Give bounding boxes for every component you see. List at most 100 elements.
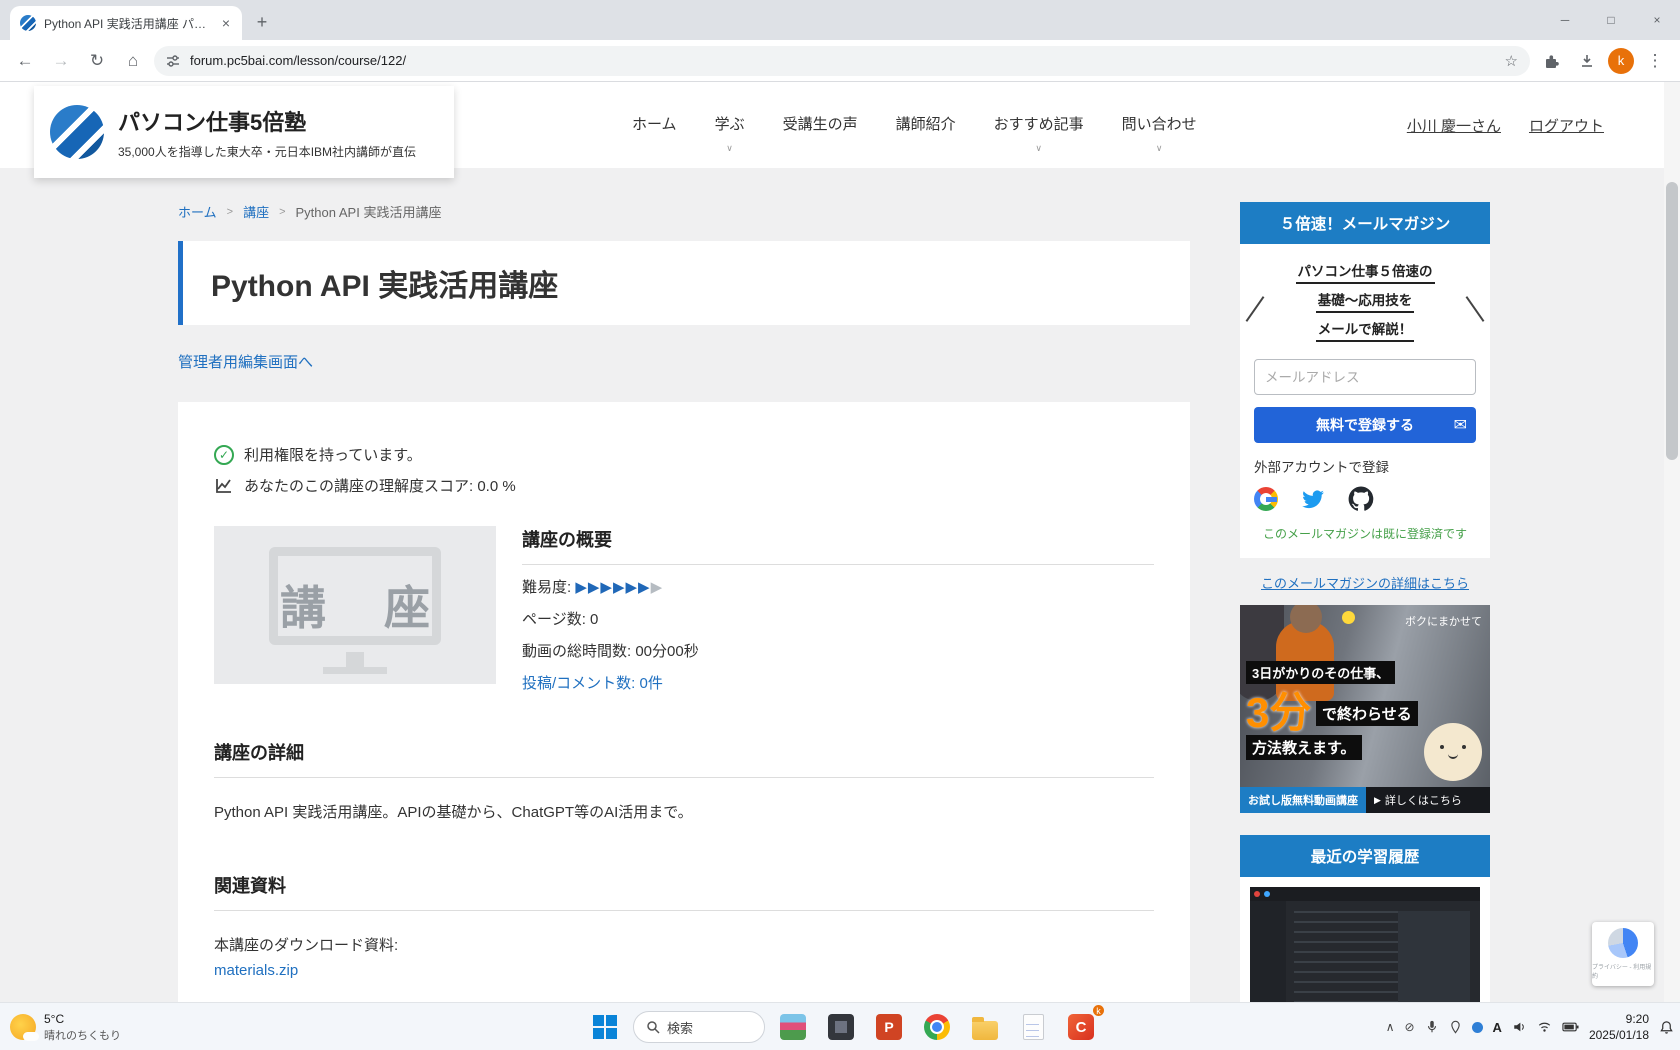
powerpoint-icon: P <box>876 1014 902 1040</box>
details-heading: 講座の詳細 <box>214 739 1154 778</box>
magazine-header: ５倍速！メールマガジン <box>1240 202 1490 244</box>
check-circle-icon: ✓ <box>214 445 234 465</box>
downloads-button[interactable] <box>1572 46 1602 76</box>
decor-diagonal <box>1466 296 1485 322</box>
brand-tagline: 35,000人を指導した東大卒・元日本IBM社内講師が直伝 <box>118 143 416 160</box>
tray-app-dot-icon[interactable] <box>1472 1022 1483 1033</box>
nav-item-voices[interactable]: 受講生の声 <box>783 115 858 135</box>
related-section: 関連資料 本講座のダウンロード資料: materials.zip <box>214 872 1154 984</box>
taskbar-app-chrome[interactable]: k <box>917 1007 957 1047</box>
browser-menu-button[interactable]: ⋮ <box>1640 46 1670 76</box>
home-button[interactable]: ⌂ <box>118 46 148 76</box>
site-settings-icon[interactable] <box>166 54 180 68</box>
magazine-promo: パソコン仕事５倍速の 基礎〜応用技を メールで解説！ <box>1254 258 1476 342</box>
battery-icon[interactable] <box>1562 1020 1579 1034</box>
nav-item-contact[interactable]: 問い合わせ∨ <box>1122 115 1197 135</box>
comments-link[interactable]: 投稿/コメント数: 0件 <box>522 675 663 692</box>
bookmark-star-icon[interactable]: ☆ <box>1505 52 1518 70</box>
score-row: あなたのこの講座の理解度スコア: 0.0 % <box>214 475 1154 496</box>
promo-line: メールで解説！ <box>1316 318 1415 342</box>
user-name-link[interactable]: 小川 慶一さん <box>1407 115 1501 136</box>
taskbar-app-widgets[interactable] <box>773 1007 813 1047</box>
site-favicon-icon <box>20 15 36 31</box>
notification-bell-icon[interactable] <box>1659 1020 1674 1035</box>
taskbar-clock[interactable]: 9:20 2025/01/18 <box>1589 1011 1649 1043</box>
profile-avatar[interactable]: k <box>1608 48 1634 74</box>
site-brand[interactable]: パソコン仕事5倍塾 35,000人を指導した東大卒・元日本IBM社内講師が直伝 <box>34 86 454 178</box>
site-header: パソコン仕事5倍塾 35,000人を指導した東大卒・元日本IBM社内講師が直伝 … <box>0 82 1680 168</box>
network-icon[interactable] <box>1537 1020 1552 1034</box>
breadcrumb-home[interactable]: ホーム <box>178 202 217 221</box>
taskbar-app-powerpoint[interactable]: P <box>869 1007 909 1047</box>
email-input[interactable] <box>1254 359 1476 395</box>
taskbar-weather-widget[interactable]: 5°C 晴れのちくもり <box>10 1003 121 1050</box>
notepad-icon <box>1023 1014 1044 1040</box>
new-tab-button[interactable]: + <box>248 8 276 36</box>
taskbar-app-notepad[interactable] <box>1013 1007 1053 1047</box>
recaptcha-label: プライバシー - 利用規約 <box>1592 962 1654 980</box>
nav-item-articles[interactable]: おすすめ記事∨ <box>994 115 1084 135</box>
page-viewport: パソコン仕事5倍塾 35,000人を指導した東大卒・元日本IBM社内講師が直伝 … <box>0 82 1680 1002</box>
ad-banner[interactable]: ボクにまかせて 3日がかりのその仕事、 3分 で終わらせる 方法教えます。 お試… <box>1240 605 1490 813</box>
tray-location-icon[interactable] <box>1449 1020 1462 1034</box>
scrollbar-thumb[interactable] <box>1666 182 1678 460</box>
dark-app-icon <box>828 1014 854 1040</box>
taskbar-app-explorer[interactable] <box>965 1007 1005 1047</box>
history-thumbnail[interactable] <box>1250 887 1480 1002</box>
tray-mic-icon[interactable] <box>1425 1020 1439 1034</box>
github-login-button[interactable] <box>1348 486 1374 512</box>
breadcrumb-courses[interactable]: 講座 <box>243 202 269 221</box>
system-tray: ∧ ⊘ A 9:20 2025/01/18 <box>1386 1003 1674 1050</box>
google-login-button[interactable] <box>1254 487 1278 511</box>
ad-more-link[interactable]: ▶ 詳しくはこちら <box>1366 787 1490 813</box>
taskbar-search[interactable]: 検索 <box>633 1011 765 1043</box>
tray-blocked-icon[interactable]: ⊘ <box>1404 1020 1414 1034</box>
clock-time: 9:20 <box>1589 1011 1649 1027</box>
extensions-button[interactable] <box>1536 46 1566 76</box>
url-text[interactable]: forum.pc5bai.com/lesson/course/122/ <box>190 53 1495 68</box>
materials-zip-link[interactable]: materials.zip <box>214 962 298 979</box>
address-bar[interactable]: forum.pc5bai.com/lesson/course/122/ ☆ <box>154 46 1530 76</box>
ime-indicator[interactable]: A <box>1493 1020 1502 1035</box>
weather-temp: 5°C <box>44 1012 121 1026</box>
nav-item-learn[interactable]: 学ぶ∨ <box>715 115 745 135</box>
details-section: 講座の詳細 Python API 実践活用講座。APIの基礎から、ChatGPT… <box>214 739 1154 826</box>
weather-desc: 晴れのちくもり <box>44 1027 121 1043</box>
brand-name: パソコン仕事5倍塾 <box>118 105 416 137</box>
windows-taskbar: 5°C 晴れのちくもり 検索 P k <box>0 1002 1680 1050</box>
window-maximize-button[interactable]: □ <box>1588 0 1634 40</box>
logout-link[interactable]: ログアウト <box>1529 115 1604 136</box>
browser-tab[interactable]: Python API 実践活用講座 パソコ × <box>10 6 242 40</box>
window-close-button[interactable]: × <box>1634 0 1680 40</box>
social-login-row <box>1254 486 1476 512</box>
reload-button[interactable]: ↻ <box>82 46 112 76</box>
nav-item-instructors[interactable]: 講師紹介 <box>896 115 956 135</box>
windows-logo-icon <box>593 1015 617 1039</box>
taskbar-app-dark[interactable] <box>821 1007 861 1047</box>
volume-icon[interactable] <box>1512 1020 1527 1034</box>
nav-label: ホーム <box>632 116 677 133</box>
start-button[interactable] <box>585 1007 625 1047</box>
course-thumbnail-text: 講座 <box>214 526 496 684</box>
history-header: 最近の学習履歴 <box>1240 835 1490 877</box>
tray-overflow-chevron-icon[interactable]: ∧ <box>1386 1020 1395 1034</box>
nav-item-home[interactable]: ホーム <box>632 115 677 135</box>
google-icon <box>1254 487 1278 511</box>
register-button[interactable]: 無料で登録する ✉ <box>1254 407 1476 443</box>
magazine-detail-link[interactable]: このメールマガジンの詳細はこちら <box>1240 573 1490 592</box>
recaptcha-badge[interactable]: プライバシー - 利用規約 <box>1592 922 1654 986</box>
ad-footer: お試し版無料動画講座 ▶ 詳しくはこちら <box>1240 787 1490 813</box>
twitter-login-button[interactable] <box>1300 486 1326 512</box>
forward-button[interactable]: → <box>46 46 76 76</box>
back-button[interactable]: ← <box>10 46 40 76</box>
page-scrollbar[interactable] <box>1664 82 1680 1002</box>
page-title: Python API 実践活用講座 <box>211 261 1162 305</box>
search-label: 検索 <box>667 1018 693 1037</box>
nav-label: 学ぶ <box>715 116 745 133</box>
tab-close-icon[interactable]: × <box>220 15 232 31</box>
window-minimize-button[interactable]: ─ <box>1542 0 1588 40</box>
nav-label: おすすめ記事 <box>994 116 1084 133</box>
puzzle-icon <box>1543 53 1559 69</box>
github-icon <box>1348 486 1374 512</box>
admin-edit-link[interactable]: 管理者用編集画面へ <box>178 351 313 372</box>
